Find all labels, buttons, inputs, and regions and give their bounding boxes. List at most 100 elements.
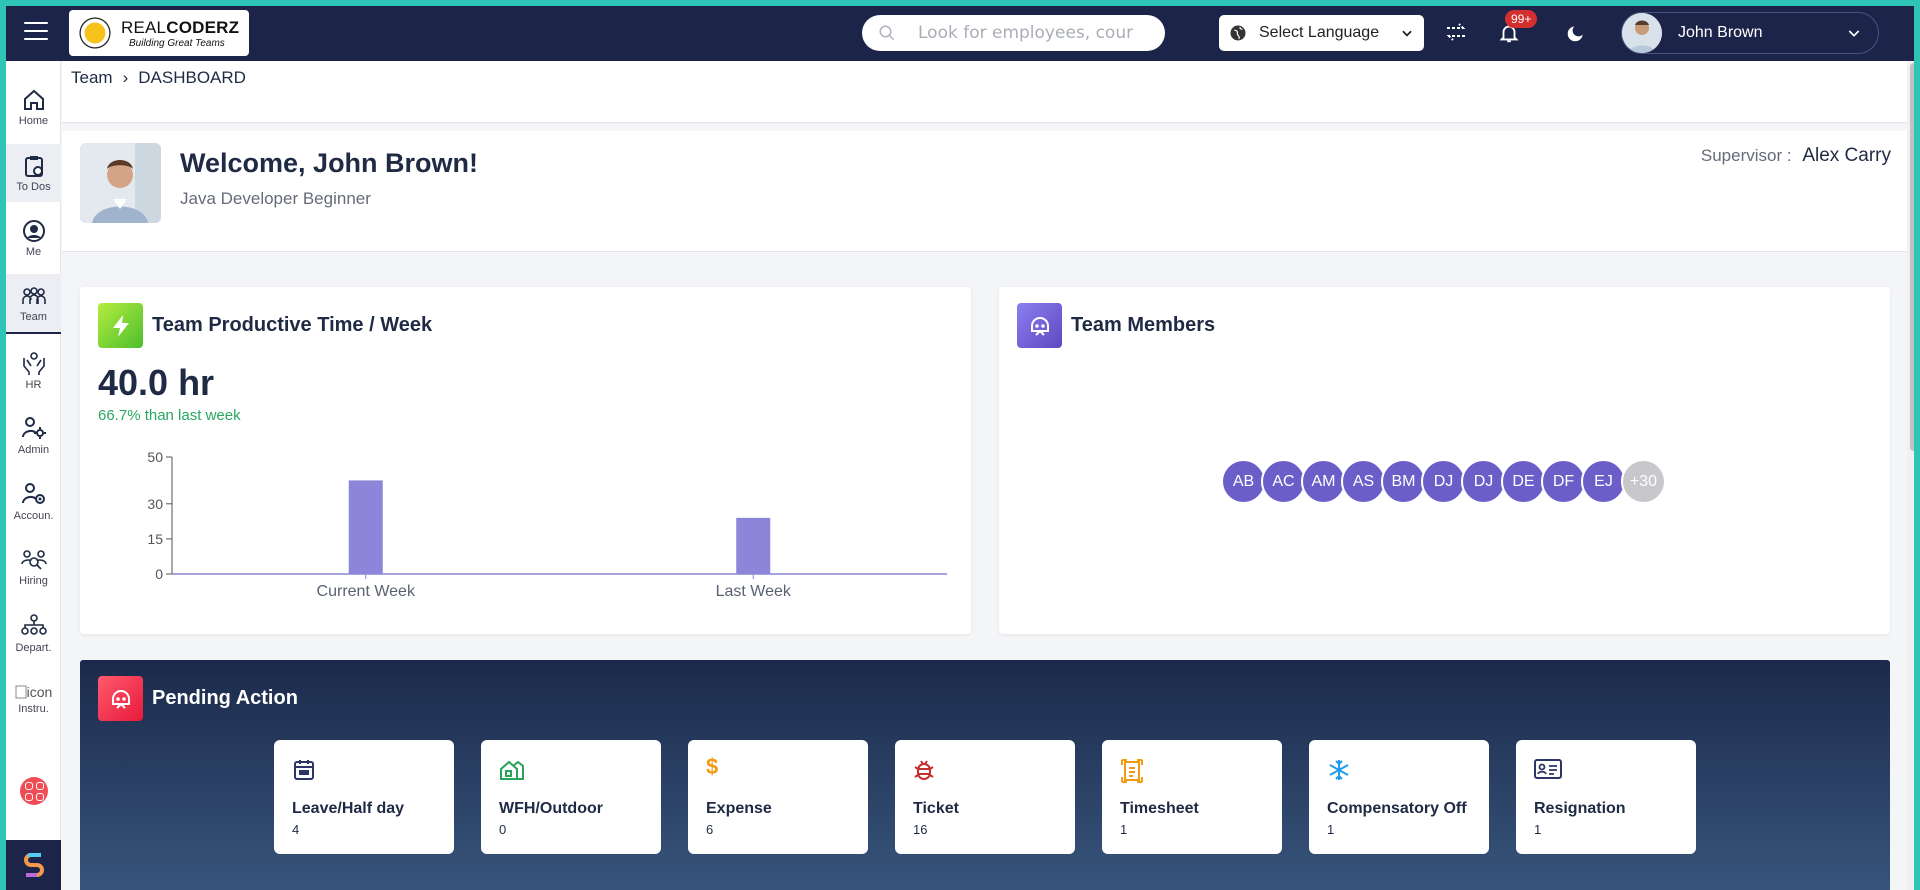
sidebar-item-label: Accoun.: [13, 509, 54, 522]
sidebar-item-hiring[interactable]: Hiring: [6, 538, 61, 596]
sun-logo-icon: [77, 15, 113, 51]
supervisor-label: Supervisor :: [1700, 146, 1792, 165]
sidebar-item-label: Team: [20, 310, 47, 323]
pending-tile-ticket[interactable]: Ticket 16: [895, 740, 1075, 854]
chevron-down-icon: [1402, 30, 1412, 37]
member-avatar[interactable]: DE: [1501, 459, 1546, 504]
sidebar-item-label: HR: [25, 378, 42, 391]
sidebar-item-instructions[interactable]: icon Instru.: [6, 670, 61, 728]
brand-tagline: Building Great Teams: [129, 37, 225, 49]
team-icon: [21, 286, 46, 304]
tile-label: WFH/Outdoor: [499, 800, 603, 817]
x-tick-label: Current Week: [317, 583, 416, 600]
member-avatar[interactable]: DJ: [1461, 459, 1506, 504]
member-avatar[interactable]: AB: [1221, 459, 1266, 504]
language-select[interactable]: Select Language: [1219, 15, 1424, 51]
account-icon: [21, 482, 45, 504]
admin-gear-icon: [21, 416, 46, 439]
bug-icon: [914, 760, 934, 780]
breadcrumb: Team › DASHBOARD: [62, 61, 1907, 123]
tile-count: 1: [1327, 822, 1335, 837]
apps-grid-icon[interactable]: [20, 777, 48, 805]
chevron-down-icon: [1848, 30, 1860, 37]
notification-badge: 99+: [1505, 10, 1538, 28]
productive-bar-chart: 0 15 30 50 Current Week Last Week: [147, 449, 947, 600]
globe-icon: [1230, 25, 1246, 41]
moon-icon[interactable]: [1566, 23, 1586, 43]
pending-tile-resignation[interactable]: Resignation 1: [1516, 740, 1696, 854]
members-title: Team Members: [1071, 314, 1216, 336]
pending-tile-compoff[interactable]: Compensatory Off 1: [1309, 740, 1489, 854]
scrollbar-thumb[interactable]: [1910, 63, 1917, 451]
member-avatar[interactable]: DF: [1541, 459, 1586, 504]
tile-label: Compensatory Off: [1327, 800, 1467, 817]
y-tick-label: 30: [147, 496, 163, 512]
language-label: Select Language: [1259, 24, 1380, 41]
productive-time-card: Team Productive Time / Week 40.0 hr 66.7…: [80, 287, 971, 634]
tile-label: Resignation: [1534, 800, 1626, 817]
sidebar: Home To Dos Me Team HR Admin Accoun. Hir…: [6, 61, 61, 890]
search-input[interactable]: [918, 23, 1138, 43]
breadcrumb-current: DASHBOARD: [138, 68, 246, 87]
tile-count: 1: [1120, 822, 1128, 837]
user-menu[interactable]: John Brown: [1621, 12, 1879, 54]
snowflake-icon: [1329, 760, 1349, 780]
member-avatar[interactable]: AM: [1301, 459, 1346, 504]
sidebar-item-departments[interactable]: Depart.: [6, 604, 61, 662]
pending-action-panel: Pending Action Leave/Half day 4 WFH/Outd…: [80, 660, 1890, 890]
clipboard-icon: [24, 155, 43, 177]
team-members-card: Team Members AB AC AM AS BM DJ DJ DE DF …: [999, 287, 1890, 634]
more-members-avatar[interactable]: +30: [1621, 459, 1666, 504]
sidebar-item-label: Admin: [17, 443, 50, 456]
pending-tile-leave[interactable]: Leave/Half day 4: [274, 740, 454, 854]
sidebar-item-label: Me: [25, 245, 42, 258]
dollar-icon: $: [706, 754, 719, 779]
sidebar-item-label: Hiring: [19, 574, 48, 587]
y-tick-label: 50: [147, 449, 163, 465]
chart-bar: [348, 480, 383, 574]
user-icon: [22, 219, 45, 242]
member-avatar[interactable]: AC: [1261, 459, 1306, 504]
brand-logo[interactable]: REALCODERZ Building Great Teams: [69, 10, 249, 56]
id-card-icon: [1534, 759, 1562, 779]
job-title: Java Developer Beginner: [180, 189, 371, 208]
broken-image-icon: icon: [15, 684, 52, 700]
app-switcher[interactable]: [6, 840, 61, 890]
sidebar-item-label: Instru.: [18, 702, 49, 715]
sidebar-item-todos[interactable]: To Dos: [6, 144, 61, 202]
profile-photo: [80, 143, 161, 223]
pending-tile-wfh[interactable]: WFH/Outdoor 0: [481, 740, 661, 854]
search-box[interactable]: [862, 15, 1165, 51]
sidebar-item-label: Home: [18, 114, 49, 127]
member-avatar[interactable]: AS: [1341, 459, 1386, 504]
y-tick-label: 0: [155, 566, 163, 582]
tile-count: 1: [1534, 822, 1542, 837]
tile-count: 16: [913, 822, 928, 837]
pending-tile-timesheet[interactable]: Timesheet 1: [1102, 740, 1282, 854]
timesheet-icon: [1121, 759, 1143, 783]
sidebar-item-label: Depart.: [15, 641, 52, 654]
member-avatar[interactable]: DJ: [1421, 459, 1466, 504]
switch-arrows-icon[interactable]: [1444, 22, 1468, 42]
member-avatars: AB AC AM AS BM DJ DJ DE DF EJ +30: [1221, 459, 1666, 504]
calendar-icon: [294, 760, 314, 780]
sidebar-item-hr[interactable]: HR: [6, 341, 61, 399]
welcome-heading: Welcome, John Brown!: [180, 148, 479, 178]
user-name: John Brown: [1678, 24, 1763, 41]
sidebar-item-accounts[interactable]: Accoun.: [6, 472, 61, 530]
supervisor-name[interactable]: Alex Carry: [1802, 145, 1891, 166]
menu-icon[interactable]: [24, 22, 48, 40]
member-avatar[interactable]: BM: [1381, 459, 1426, 504]
y-tick-label: 15: [147, 531, 163, 547]
sidebar-item-admin[interactable]: Admin: [6, 406, 61, 464]
home-icon: [23, 89, 44, 110]
sidebar-item-me[interactable]: Me: [6, 209, 61, 267]
sidebar-item-team[interactable]: Team: [6, 274, 61, 334]
sidebar-item-home[interactable]: Home: [6, 78, 61, 136]
pending-title: Pending Action: [152, 687, 298, 709]
breadcrumb-team[interactable]: Team: [71, 68, 113, 88]
member-avatar[interactable]: EJ: [1581, 459, 1626, 504]
page-scrollbar[interactable]: [1907, 61, 1920, 890]
pending-tile-expense[interactable]: $ Expense 6: [688, 740, 868, 854]
brand-s-icon: [23, 853, 44, 877]
